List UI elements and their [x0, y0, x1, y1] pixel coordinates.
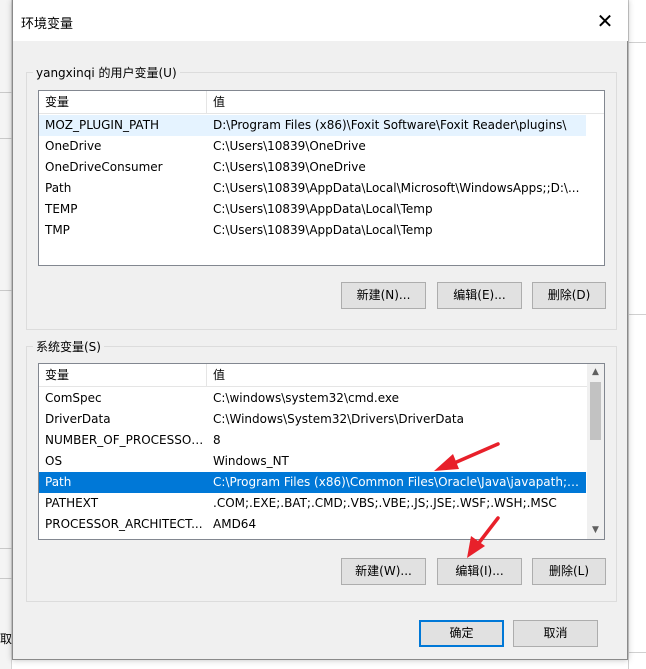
user-variables-group: yangxinqi 的用户变量(U) 变量 值 MOZ_PLUGIN_PATH D…: [26, 64, 617, 330]
variable-name: DriverData: [45, 412, 111, 426]
variable-value: Windows_NT: [213, 454, 289, 468]
table-row[interactable]: NUMBER_OF_PROCESSORS 8: [39, 430, 586, 451]
user-variables-label: yangxinqi 的用户变量(U): [33, 64, 180, 81]
system-new-button[interactable]: 新建(W)...: [341, 558, 426, 585]
variable-value: C:\Users\10839\AppData\Local\Microsoft\W…: [213, 181, 580, 195]
variable-name: Path: [45, 475, 72, 489]
vertical-scrollbar[interactable]: ▲ ▼: [587, 364, 604, 539]
variable-value: C:\Users\10839\AppData\Local\Temp: [213, 223, 433, 237]
table-row[interactable]: OS Windows_NT: [39, 451, 586, 472]
scroll-down-icon[interactable]: ▼: [587, 522, 604, 539]
variable-name: OneDrive: [45, 139, 102, 153]
variable-value: C:\Windows\System32\Drivers\DriverData: [213, 412, 464, 426]
table-row[interactable]: TEMP C:\Users\10839\AppData\Local\Temp: [39, 199, 586, 220]
column-header-value[interactable]: 值: [207, 364, 589, 386]
user-new-button[interactable]: 新建(N)...: [341, 282, 426, 309]
list-header: 变量 值: [39, 91, 604, 114]
system-delete-button[interactable]: 删除(L): [532, 558, 606, 585]
system-edit-button[interactable]: 编辑(I)...: [437, 558, 522, 585]
user-variables-list[interactable]: 变量 值 MOZ_PLUGIN_PATH D:\Program Files (x8…: [38, 90, 605, 266]
system-variables-label: 系统变量(S): [33, 338, 104, 355]
column-header-name[interactable]: 变量: [39, 91, 207, 113]
system-variables-rows: ComSpec C:\windows\system32\cmd.exe Driver…: [39, 388, 586, 535]
scrollbar-thumb[interactable]: [590, 382, 601, 440]
table-row[interactable]: MOZ_PLUGIN_PATH D:\Program Files (x86)\Fo…: [39, 115, 586, 136]
variable-value: D:\Program Files (x86)\Foxit Software\Fo…: [213, 118, 567, 132]
list-header: 变量 值: [39, 364, 589, 387]
environment-variables-dialog: 环境变量 ✕ yangxinqi 的用户变量(U) 变量 值 MOZ_PLUGI…: [12, 0, 628, 660]
variable-value: 8: [213, 433, 221, 447]
user-variables-rows: MOZ_PLUGIN_PATH D:\Program Files (x86)\Fo…: [39, 115, 586, 241]
variable-name: Path: [45, 181, 72, 195]
variable-name: OS: [45, 454, 63, 468]
user-edit-button[interactable]: 编辑(E)...: [437, 282, 522, 309]
variable-name: TMP: [45, 223, 70, 237]
variable-value: C:\Program Files (x86)\Common Files\Orac…: [213, 475, 586, 489]
close-icon[interactable]: ✕: [582, 0, 628, 41]
variable-name: TEMP: [45, 202, 78, 216]
variable-value: C:\Users\10839\AppData\Local\Temp: [213, 202, 433, 216]
table-row[interactable]: Path C:\Users\10839\AppData\Local\Microso…: [39, 178, 586, 199]
variable-name: ComSpec: [45, 391, 102, 405]
variable-value: C:\windows\system32\cmd.exe: [213, 391, 399, 405]
table-row[interactable]: Path C:\Program Files (x86)\Common Files\…: [39, 472, 586, 493]
column-header-value[interactable]: 值: [207, 91, 604, 113]
background-window-right: [628, 0, 646, 669]
variable-name: MOZ_PLUGIN_PATH: [45, 118, 160, 132]
scroll-up-icon[interactable]: ▲: [587, 364, 604, 381]
system-variables-group: 系统变量(S) 变量 值 ComSpec C:\windows\system32\…: [26, 338, 617, 602]
table-row[interactable]: ComSpec C:\windows\system32\cmd.exe: [39, 388, 586, 409]
variable-value: .COM;.EXE;.BAT;.CMD;.VBS;.VBE;.JS;.JSE;.…: [213, 496, 557, 510]
cancel-button[interactable]: 取消: [513, 620, 598, 647]
variable-value: C:\Users\10839\OneDrive: [213, 160, 366, 174]
table-row[interactable]: PROCESSOR_ARCHITECT... AMD64: [39, 514, 586, 535]
column-header-name[interactable]: 变量: [39, 364, 207, 386]
table-row[interactable]: OneDriveConsumer C:\Users\10839\OneDrive: [39, 157, 586, 178]
dialog-title: 环境变量: [21, 17, 74, 32]
table-row[interactable]: PATHEXT .COM;.EXE;.BAT;.CMD;.VBS;.VBE;.JS…: [39, 493, 586, 514]
table-row[interactable]: TMP C:\Users\10839\AppData\Local\Temp: [39, 220, 586, 241]
variable-name: PROCESSOR_ARCHITECT...: [45, 517, 203, 531]
title-bar: 环境变量 ✕: [13, 0, 628, 41]
user-delete-button[interactable]: 删除(D): [532, 282, 606, 309]
table-row[interactable]: DriverData C:\Windows\System32\Drivers\Dr…: [39, 409, 586, 430]
background-window-left: 取: [0, 0, 12, 669]
ok-button[interactable]: 确定: [419, 620, 504, 647]
variable-value: C:\Users\10839\OneDrive: [213, 139, 366, 153]
variable-name: NUMBER_OF_PROCESSORS: [45, 433, 207, 447]
table-row[interactable]: OneDrive C:\Users\10839\OneDrive: [39, 136, 586, 157]
variable-value: AMD64: [213, 517, 257, 531]
system-variables-list[interactable]: 变量 值 ComSpec C:\windows\system32\cmd.exe D…: [38, 363, 605, 540]
variable-name: PATHEXT: [45, 496, 99, 510]
background-text-fragment: 取: [0, 632, 12, 646]
variable-name: OneDriveConsumer: [45, 160, 163, 174]
